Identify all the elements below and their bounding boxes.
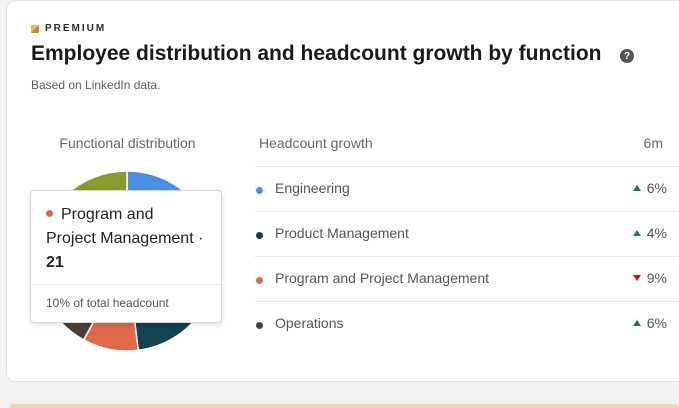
growth-row[interactable]: Program and Project Management 9%: [255, 256, 679, 301]
functional-distribution-label: Functional distribution: [59, 135, 196, 151]
growth-row[interactable]: Product Management 4%: [255, 211, 679, 256]
tooltip-color-dot: [46, 210, 53, 217]
trend-up-icon: [632, 230, 641, 236]
tooltip-count: 21: [46, 254, 64, 271]
row-change-value: 4%: [646, 225, 667, 241]
row-function-label: Operations: [275, 315, 344, 331]
row-change: 6%: [632, 180, 667, 196]
tooltip-footnote: 10% of total headcount: [46, 296, 169, 310]
row-color-dot: [256, 277, 263, 284]
growth-row[interactable]: Engineering 6%: [255, 166, 679, 211]
row-change-value: 6%: [646, 315, 667, 331]
pie-tooltip: Program and Project Management · 21 10% …: [30, 190, 222, 323]
premium-badge: PREMIUM: [31, 23, 106, 34]
row-change: 9%: [632, 270, 667, 286]
help-icon[interactable]: ?: [620, 49, 634, 63]
next-card-edge: [10, 404, 679, 408]
growth-period-label: 6m: [643, 135, 663, 151]
tooltip-divider: [31, 284, 221, 285]
row-function-label: Engineering: [275, 180, 350, 196]
tooltip-separator: ·: [193, 230, 204, 247]
row-change: 4%: [632, 225, 667, 241]
row-color-dot: [256, 232, 263, 239]
card-title: Employee distribution and headcount grow…: [31, 42, 602, 65]
tooltip-function-name: Program and Project Management: [46, 206, 194, 247]
growth-list: Engineering 6% Product Management 4% Pro…: [255, 166, 679, 346]
row-color-dot: [256, 322, 263, 329]
trend-up-icon: [632, 185, 641, 191]
row-color-dot: [256, 187, 263, 194]
trend-up-icon: [632, 320, 641, 326]
card-subtitle: Based on LinkedIn data.: [31, 78, 161, 92]
row-change-value: 9%: [646, 270, 667, 286]
row-change-value: 6%: [646, 180, 667, 196]
growth-row[interactable]: Operations 6%: [255, 301, 679, 346]
row-function-label: Product Management: [275, 225, 409, 241]
premium-label: PREMIUM: [45, 23, 107, 34]
trend-down-icon: [632, 275, 641, 281]
premium-icon: [31, 24, 39, 33]
headcount-growth-label: Headcount growth: [259, 135, 373, 151]
row-function-label: Program and Project Management: [275, 270, 489, 286]
tooltip-heading: Program and Project Management · 21: [31, 191, 221, 284]
row-change: 6%: [632, 315, 667, 331]
